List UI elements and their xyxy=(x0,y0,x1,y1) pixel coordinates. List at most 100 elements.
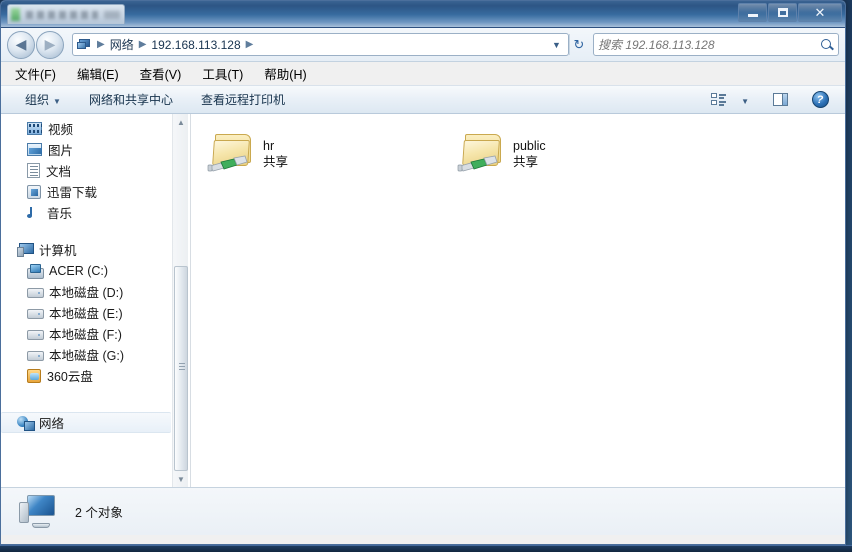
sidebar-item-network[interactable]: 网络 xyxy=(1,412,171,433)
title-bar: ✕ xyxy=(1,1,845,28)
share-overlay-icon xyxy=(207,155,248,172)
menu-help[interactable]: 帮助(H) xyxy=(264,62,317,85)
refresh-button[interactable]: ↻ xyxy=(569,34,588,55)
menu-file[interactable]: 文件(F) xyxy=(15,62,67,85)
breadcrumb-separator-1[interactable]: ▶ xyxy=(137,39,149,50)
preview-pane-button[interactable] xyxy=(769,90,791,110)
breadcrumb-separator-2[interactable]: ▶ xyxy=(244,39,256,50)
sidebar-item-label: 计算机 xyxy=(39,244,77,258)
change-view-button[interactable] xyxy=(707,90,729,110)
close-icon: ✕ xyxy=(814,4,826,20)
view-dropdown-button[interactable]: ▼ xyxy=(731,91,755,109)
sidebar-item-drive-c[interactable]: ACER (C:) xyxy=(1,260,190,281)
sidebar-group-gap-2 xyxy=(1,386,190,412)
shared-folder-icon xyxy=(207,130,263,180)
sidebar-item-label: 本地磁盘 (D:) xyxy=(49,286,124,300)
sidebar-item-thunder-downloads[interactable]: 迅雷下载 xyxy=(1,181,190,202)
sidebar-item-label: ACER (C:) xyxy=(49,263,109,278)
share-overlay-icon xyxy=(457,155,498,172)
forward-button[interactable]: ▶ xyxy=(36,30,64,59)
back-arrow-icon: ◀ xyxy=(15,36,27,52)
item-name: public xyxy=(513,139,546,153)
music-icon xyxy=(27,206,41,220)
item-count-label: 2 个对象 xyxy=(75,506,123,520)
sidebar-item-360-cloud[interactable]: 360云盘 xyxy=(1,365,190,386)
address-bar[interactable]: ▶ 网络 ▶ 192.168.113.128 ▶ ▼ xyxy=(72,33,569,56)
sidebar-item-label: 迅雷下载 xyxy=(47,186,98,200)
file-label-group: public 共享 xyxy=(513,130,546,171)
drive-icon xyxy=(27,286,44,298)
desktop-background: ✕ ◀ ▶ ▶ 网络 ▶ 192.168.113.128 ▶ ▼ ↻ 搜索 19… xyxy=(0,0,852,552)
scrollbar-thumb[interactable] xyxy=(174,266,188,471)
sidebar-item-label: 图片 xyxy=(48,144,74,158)
menu-view[interactable]: 查看(V) xyxy=(140,62,193,85)
sidebar-item-documents[interactable]: 文档 xyxy=(1,160,190,181)
address-history-dropdown[interactable]: ▼ xyxy=(547,34,566,55)
organize-label: 组织 xyxy=(25,93,50,107)
file-label-group: hr 共享 xyxy=(263,130,288,171)
scroll-up-button[interactable]: ▲ xyxy=(173,114,189,130)
search-box[interactable] xyxy=(593,33,839,56)
navigation-tree: 视频 图片 文档 迅雷下载 音乐 计算机 ACER (C:) 本地磁盘 (D:)… xyxy=(1,114,190,433)
breadcrumb-separator-0[interactable]: ▶ xyxy=(95,39,107,50)
chevron-down-icon: ▼ xyxy=(177,474,185,484)
back-button[interactable]: ◀ xyxy=(7,30,35,59)
sidebar-item-label: 网络 xyxy=(39,417,65,431)
picture-icon xyxy=(27,143,42,156)
chevron-down-icon: ▼ xyxy=(552,39,561,50)
breadcrumb-network[interactable]: 网络 xyxy=(107,36,137,53)
preview-pane-icon xyxy=(772,93,788,106)
sidebar-scrollbar[interactable]: ▲ ▼ xyxy=(172,114,188,487)
menu-edit[interactable]: 编辑(E) xyxy=(77,62,130,85)
window-title-tab-blurred[interactable] xyxy=(7,4,125,24)
computer-icon xyxy=(17,242,34,257)
minimize-button[interactable] xyxy=(738,3,767,22)
scroll-down-button[interactable]: ▼ xyxy=(173,471,189,487)
navigation-pane: 视频 图片 文档 迅雷下载 音乐 计算机 ACER (C:) 本地磁盘 (D:)… xyxy=(1,114,191,487)
minimize-icon xyxy=(747,13,758,17)
sidebar-item-drive-g[interactable]: 本地磁盘 (G:) xyxy=(1,344,190,365)
sidebar-item-label: 音乐 xyxy=(47,207,73,221)
sidebar-item-label: 本地磁盘 (E:) xyxy=(49,307,123,321)
view-remote-printers-button[interactable]: 查看远程打印机 xyxy=(195,89,291,110)
network-icon xyxy=(17,415,35,431)
sidebar-item-label: 本地磁盘 (G:) xyxy=(49,349,124,363)
organize-button[interactable]: 组织 ▼ xyxy=(19,89,67,110)
sidebar-item-label: 视频 xyxy=(48,123,74,137)
download-icon xyxy=(27,184,41,199)
item-name: hr xyxy=(263,139,275,153)
sidebar-item-music[interactable]: 音乐 xyxy=(1,202,190,223)
drive-icon xyxy=(27,349,44,361)
file-items-container: hr 共享 public 共享 xyxy=(191,126,845,184)
search-input[interactable] xyxy=(598,37,820,52)
shared-folder-icon xyxy=(457,130,513,180)
network-computer-icon xyxy=(77,38,93,52)
taskbar[interactable] xyxy=(0,545,852,552)
sidebar-item-pictures[interactable]: 图片 xyxy=(1,139,190,160)
network-sharing-center-button[interactable]: 网络和共享中心 xyxy=(83,89,179,110)
refresh-icon: ↻ xyxy=(573,36,585,52)
menu-tools[interactable]: 工具(T) xyxy=(202,62,254,85)
file-list-pane[interactable]: hr 共享 public 共享 xyxy=(191,114,845,487)
sidebar-item-drive-f[interactable]: 本地磁盘 (F:) xyxy=(1,323,190,344)
search-icon xyxy=(820,38,834,52)
sidebar-item-computer[interactable]: 计算机 xyxy=(1,239,190,260)
maximize-button[interactable] xyxy=(768,3,797,22)
sidebar-item-drive-e[interactable]: 本地磁盘 (E:) xyxy=(1,302,190,323)
sidebar-item-label: 文档 xyxy=(46,165,72,179)
list-item[interactable]: hr 共享 xyxy=(205,126,455,184)
item-subtitle: 共享 xyxy=(263,155,289,169)
help-icon: ? xyxy=(811,91,829,108)
list-item[interactable]: public 共享 xyxy=(455,126,705,184)
address-toolbar: ◀ ▶ ▶ 网络 ▶ 192.168.113.128 ▶ ▼ ↻ xyxy=(1,28,845,62)
sidebar-item-videos[interactable]: 视频 xyxy=(1,118,190,139)
status-bar: 2 个对象 xyxy=(1,487,845,535)
close-button[interactable]: ✕ xyxy=(798,3,842,22)
video-icon xyxy=(27,122,42,135)
help-button[interactable]: ? xyxy=(809,90,831,110)
sidebar-item-label: 本地磁盘 (F:) xyxy=(49,328,122,342)
breadcrumb-host[interactable]: 192.168.113.128 xyxy=(148,38,243,52)
sidebar-item-drive-d[interactable]: 本地磁盘 (D:) xyxy=(1,281,190,302)
drive-icon xyxy=(27,307,44,319)
